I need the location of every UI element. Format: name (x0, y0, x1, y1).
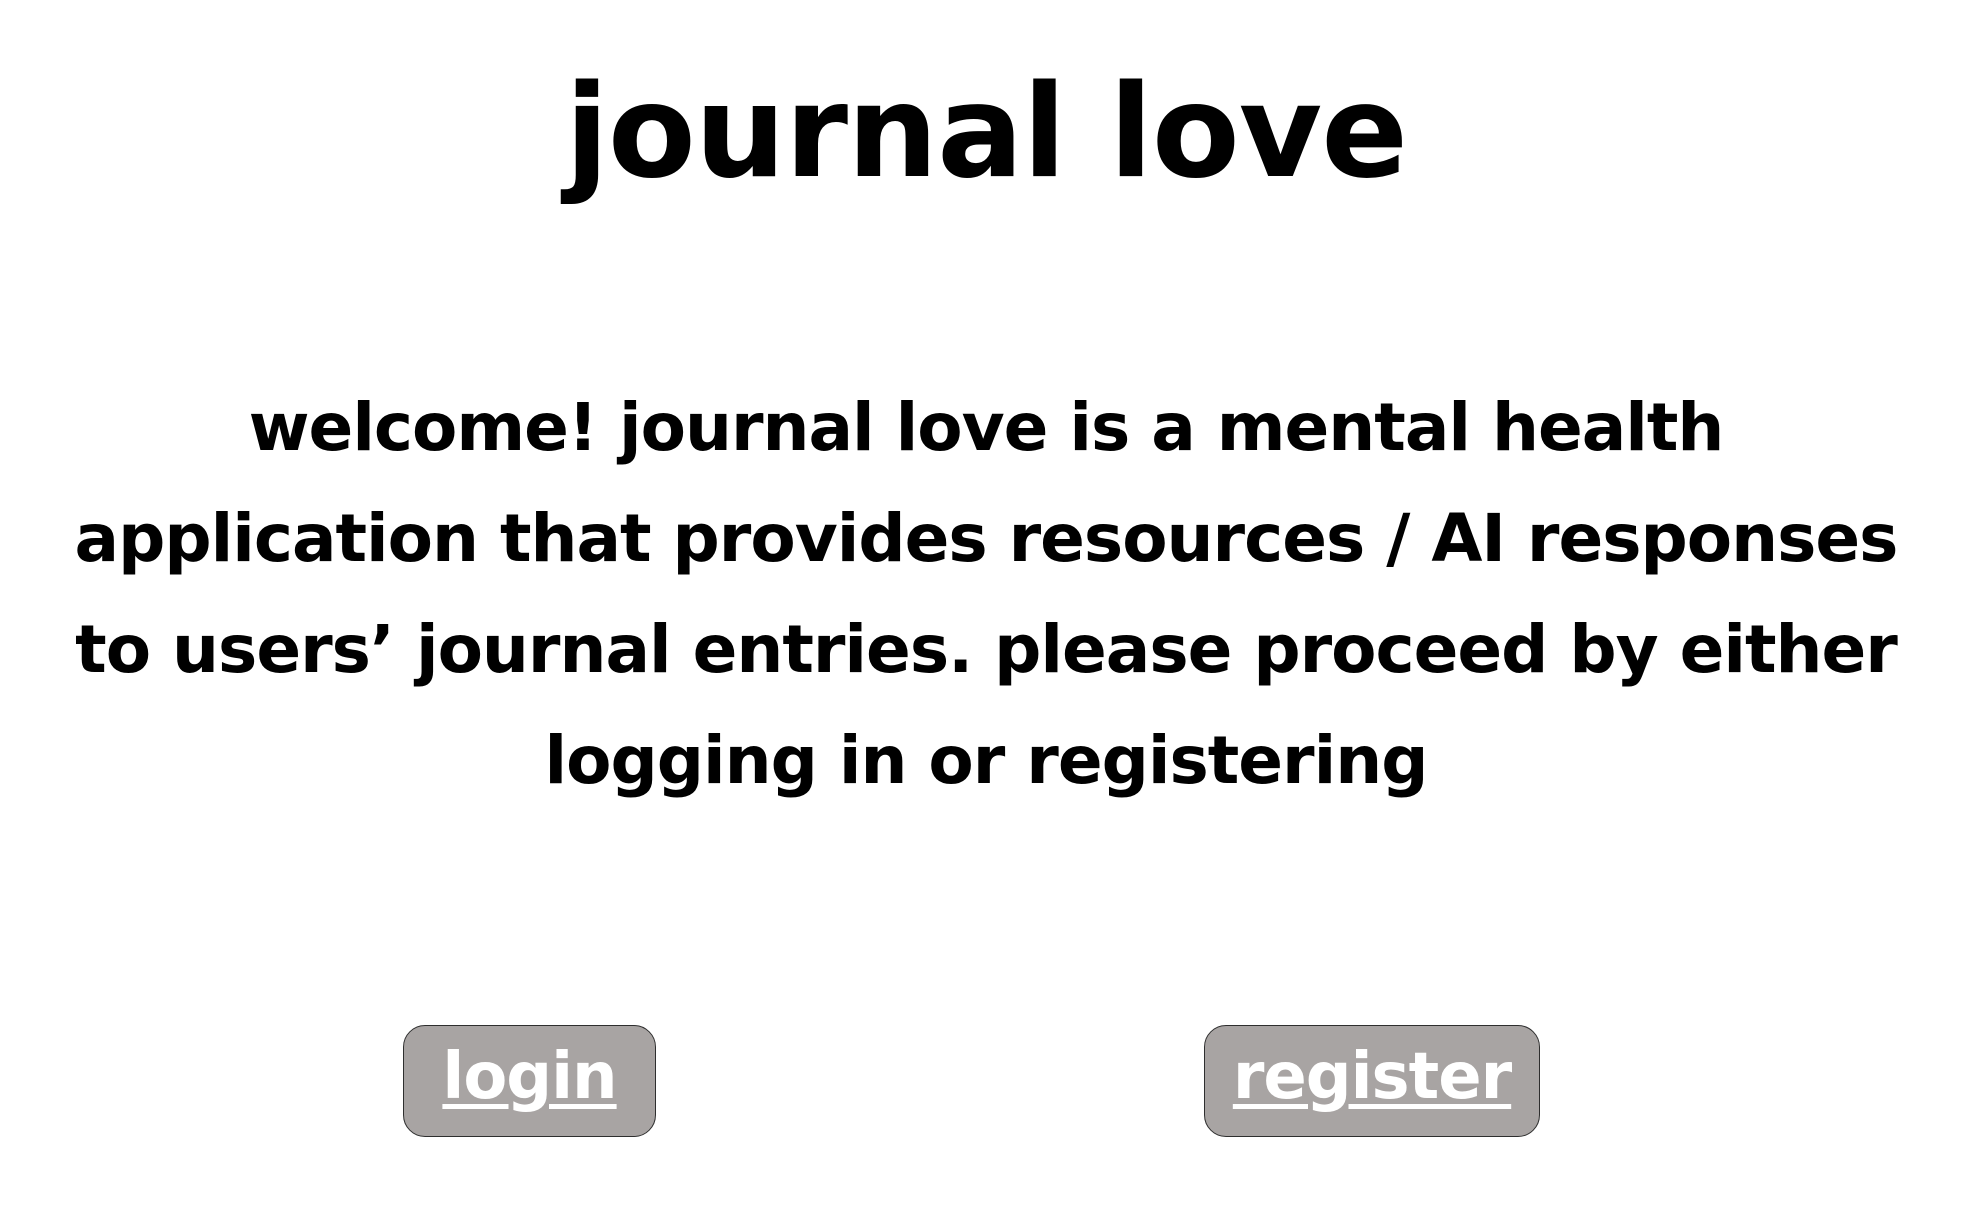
welcome-text: welcome! journal love is a mental health… (74, 389, 1899, 799)
page-title: journal love (564, 58, 1408, 207)
register-button[interactable]: register (1204, 1025, 1540, 1137)
login-button[interactable]: login (403, 1025, 656, 1137)
